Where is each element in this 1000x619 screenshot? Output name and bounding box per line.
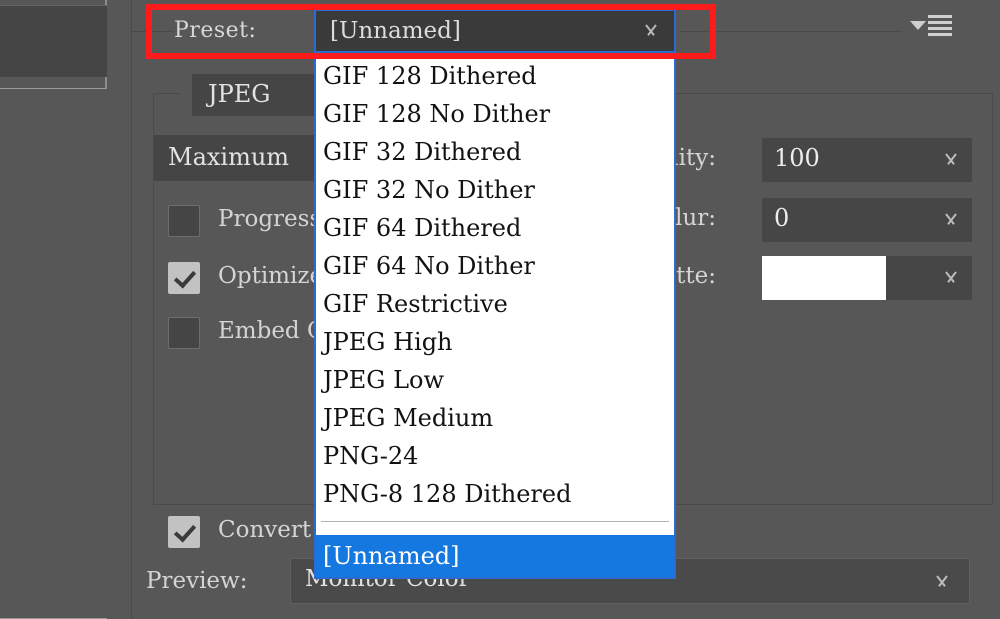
- convert-to-srgb-checkbox[interactable]: [168, 516, 200, 548]
- panel-menu-icon[interactable]: [910, 12, 952, 38]
- progressive-checkbox[interactable]: [168, 205, 200, 237]
- matte-dropdown-button[interactable]: [930, 256, 972, 300]
- preset-selected-value: [Unnamed]: [330, 18, 461, 44]
- preset-rule-left: [132, 31, 174, 32]
- left-panel-preview-area: [0, 88, 108, 619]
- chevron-down-icon: [933, 576, 951, 587]
- dropdown-item[interactable]: PNG-24: [316, 437, 674, 475]
- preview-label: Preview:: [146, 568, 248, 594]
- dropdown-item[interactable]: GIF 128 No Dither: [316, 95, 674, 133]
- dropdown-item[interactable]: JPEG Low: [316, 361, 674, 399]
- blur-value: 0: [774, 204, 790, 232]
- chevron-down-icon: [942, 272, 960, 283]
- blur-input[interactable]: 0: [762, 198, 942, 242]
- panel-divider-gap: [107, 0, 132, 619]
- quality-preset-value: Maximum: [168, 143, 290, 171]
- left-panel-top-box: [0, 5, 122, 77]
- dropdown-item[interactable]: JPEG High: [316, 323, 674, 361]
- blur-dropdown-button[interactable]: [930, 198, 972, 242]
- dropdown-separator-line: [321, 521, 669, 522]
- dropdown-item-selected[interactable]: [Unnamed]: [316, 535, 674, 577]
- optimized-checkbox[interactable]: [168, 262, 200, 294]
- dropdown-item[interactable]: GIF 128 Dithered: [316, 57, 674, 95]
- dropdown-item[interactable]: PNG-8 128 Dithered: [316, 475, 674, 513]
- preset-row: Preset: [Unnamed]: [132, 9, 1000, 53]
- dropdown-item[interactable]: GIF 32 Dithered: [316, 133, 674, 171]
- chevron-down-icon: [942, 154, 960, 165]
- triangle-icon: [910, 21, 926, 30]
- dropdown-item[interactable]: GIF 32 No Dither: [316, 171, 674, 209]
- dropdown-item[interactable]: JPEG Medium: [316, 399, 674, 437]
- dropdown-separator: [316, 513, 674, 535]
- dropdown-item[interactable]: GIF 64 Dithered: [316, 209, 674, 247]
- quality-input[interactable]: 100: [762, 138, 942, 182]
- preset-dropdown-list[interactable]: GIF 128 Dithered GIF 128 No Dither GIF 32 …: [314, 55, 676, 579]
- chevron-down-icon[interactable]: [642, 25, 660, 36]
- file-format-value: JPEG: [208, 80, 271, 108]
- dropdown-item[interactable]: GIF Restrictive: [316, 285, 674, 323]
- hamburger-icon: [928, 15, 952, 37]
- dropdown-item[interactable]: GIF 64 No Dither: [316, 247, 674, 285]
- chevron-down-icon: [942, 214, 960, 225]
- matte-color-swatch[interactable]: [762, 256, 942, 300]
- preset-combobox[interactable]: [Unnamed]: [314, 9, 676, 53]
- quality-dropdown-button[interactable]: [930, 138, 972, 182]
- embed-color-profile-checkbox[interactable]: [168, 317, 200, 349]
- matte-swatch-fill: [762, 256, 886, 300]
- preset-rule-right: [680, 31, 902, 32]
- quality-value: 100: [774, 144, 820, 172]
- preset-label: Preset:: [174, 18, 257, 43]
- left-side-panel: [0, 0, 122, 619]
- save-for-web-dialog: Preset: [Unnamed] JPEG Maximum Progressi…: [0, 0, 1000, 619]
